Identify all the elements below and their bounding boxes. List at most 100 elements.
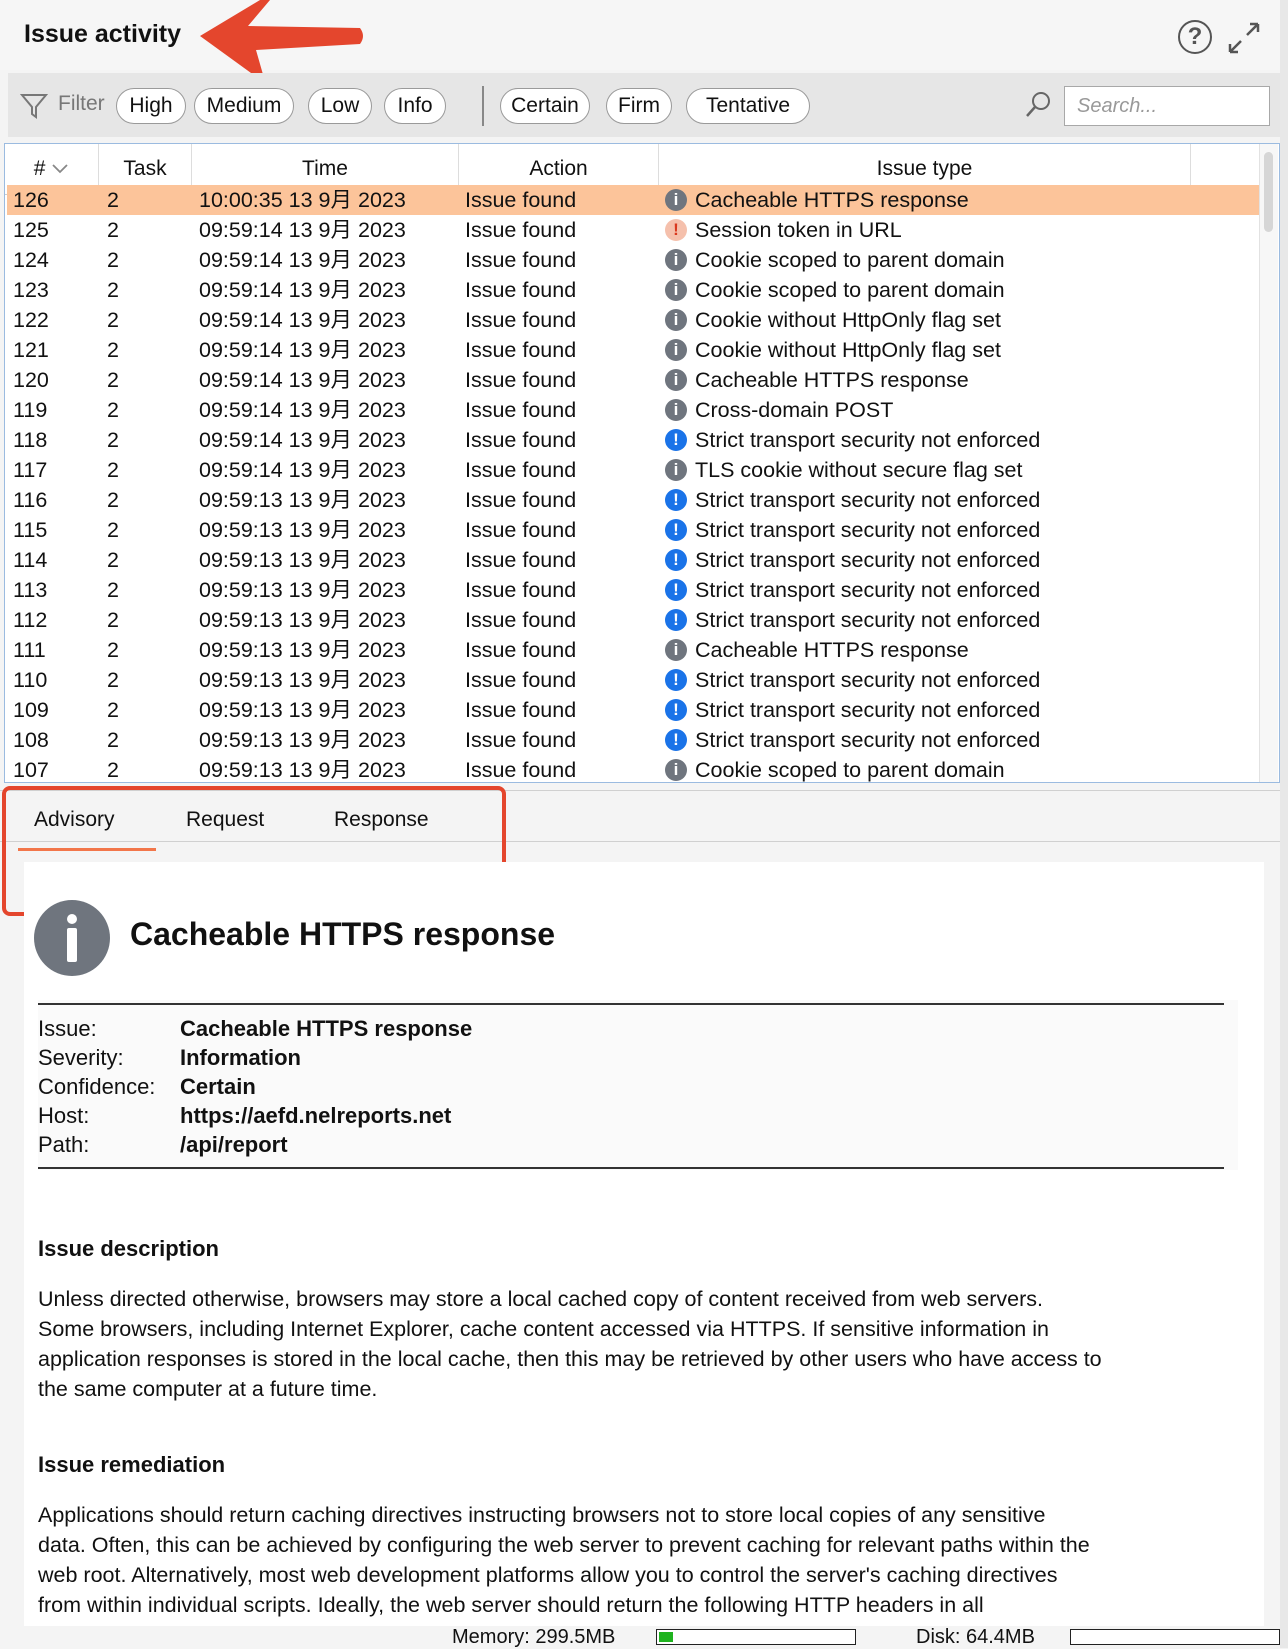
severity-chip-high[interactable]: High [116, 88, 186, 124]
row-time: 09:59:14 13 9月 2023 [199, 218, 406, 242]
scrollbar-thumb[interactable] [1264, 152, 1273, 232]
field-value: Information [180, 1045, 301, 1070]
info-icon: i [665, 369, 687, 391]
low-severity-icon: ! [665, 489, 687, 511]
low-severity-icon: ! [665, 429, 687, 451]
table-row[interactable]: 122 2 09:59:14 13 9月 2023 Issue found i Cooki… [7, 305, 1261, 335]
info-icon: i [665, 639, 687, 661]
disk-bar [1070, 1629, 1280, 1645]
row-issue-type: Session token in URL [695, 218, 902, 242]
table-row[interactable]: 121 2 09:59:14 13 9月 2023 Issue found i Cooki… [7, 335, 1261, 365]
table-scrollbar[interactable] [1259, 144, 1278, 782]
table-row[interactable]: 123 2 09:59:14 13 9月 2023 Issue found i Cooki… [7, 275, 1261, 305]
row-number: 123 [13, 278, 49, 302]
row-action: Issue found [465, 368, 577, 392]
low-severity-icon: ! [665, 669, 687, 691]
paragraph-line: web root. Alternatively, most web develo… [38, 1563, 1058, 1587]
divider [38, 1003, 1224, 1005]
row-issue-type: Strict transport security not enforced [695, 578, 1041, 602]
help-icon[interactable]: ? [1178, 20, 1212, 54]
table-row[interactable]: 114 2 09:59:13 13 9月 2023 Issue found! Stric… [7, 545, 1261, 575]
table-row[interactable]: 124 2 09:59:14 13 9月 2023 Issue found i Cooki… [7, 245, 1261, 275]
table-row[interactable]: 109 2 09:59:13 13 9月 2023 Issue found! Stric… [7, 695, 1261, 725]
paragraph-line: data. Often, this can be achieved by con… [38, 1533, 1090, 1557]
row-number: 114 [13, 548, 48, 572]
row-number: 107 [13, 758, 49, 782]
table-row[interactable]: 125 2 09:59:14 13 9月 2023 Issue found! Sessi… [7, 215, 1261, 245]
table-row[interactable]: 107 2 09:59:13 13 9月 2023 Issue found i Cooki… [7, 755, 1261, 782]
row-number: 113 [13, 578, 48, 602]
row-time: 09:59:14 13 9月 2023 [199, 368, 406, 392]
info-icon: i [665, 249, 687, 271]
row-action: Issue found [465, 518, 577, 542]
row-number: 126 [13, 188, 49, 212]
row-action: Issue found [465, 698, 577, 722]
table-row[interactable]: 120 2 09:59:14 13 9月 2023 Issue found i Cache… [7, 365, 1261, 395]
table-row[interactable]: 119 2 09:59:14 13 9月 2023 Issue found i Cross… [7, 395, 1261, 425]
confidence-chip-certain[interactable]: Certain [500, 88, 590, 124]
row-number: 109 [13, 698, 49, 722]
confidence-chip-tentative[interactable]: Tentative [686, 88, 810, 124]
field-value: /api/report [180, 1132, 288, 1157]
field-label: Severity: [38, 1045, 124, 1070]
row-time: 10:00:35 13 9月 2023 [199, 188, 406, 212]
paragraph-line: the same computer at a future time. [38, 1377, 378, 1401]
row-issue-type: Cookie scoped to parent domain [695, 758, 1005, 782]
table-row[interactable]: 118 2 09:59:14 13 9月 2023 Issue found! Stric… [7, 425, 1261, 455]
table-row[interactable]: 113 2 09:59:13 13 9月 2023 Issue found! Stric… [7, 575, 1261, 605]
severity-chip-low[interactable]: Low [308, 88, 372, 124]
info-icon: i [665, 309, 687, 331]
row-action: Issue found [465, 218, 577, 242]
low-severity-icon: ! [665, 549, 687, 571]
severity-chip-info[interactable]: Info [384, 88, 446, 124]
row-action: Issue found [465, 488, 577, 512]
row-action: Issue found [465, 458, 577, 482]
field-label: Issue: [38, 1016, 97, 1041]
row-task: 2 [107, 428, 119, 452]
row-number: 119 [13, 398, 48, 422]
search-input[interactable]: Search... [1064, 86, 1270, 126]
row-action: Issue found [465, 548, 577, 572]
row-action: Issue found [465, 638, 577, 662]
field-value: Certain [180, 1074, 256, 1099]
row-action: Issue found [465, 668, 577, 692]
row-time: 09:59:13 13 9月 2023 [199, 518, 406, 542]
row-number: 125 [13, 218, 49, 242]
row-issue-type: TLS cookie without secure flag set [695, 458, 1023, 482]
table-row[interactable]: 115 2 09:59:13 13 9月 2023 Issue found! Stric… [7, 515, 1261, 545]
paragraph-line: Unless directed otherwise, browsers may … [38, 1287, 1043, 1311]
table-row[interactable]: 111 2 09:59:13 13 9月 2023 Issue found i Cache… [7, 635, 1261, 665]
row-issue-type: Strict transport security not enforced [695, 518, 1041, 542]
sort-chevron-icon [52, 164, 68, 174]
search-icon[interactable] [1024, 90, 1054, 120]
row-action: Issue found [465, 758, 577, 782]
table-row[interactable]: 110 2 09:59:13 13 9月 2023 Issue found! Stric… [7, 665, 1261, 695]
paragraph-line: application responses is stored in the l… [38, 1347, 1102, 1371]
row-issue-type: Cross-domain POST [695, 398, 894, 422]
memory-bar-fill [659, 1632, 673, 1642]
row-number: 120 [13, 368, 49, 392]
row-number: 112 [13, 608, 48, 632]
table-row[interactable]: 108 2 09:59:13 13 9月 2023 Issue found! Stric… [7, 725, 1261, 755]
table-row[interactable]: 126 2 10:00:35 13 9月 2023 Issue found i Cache… [7, 185, 1261, 215]
row-action: Issue found [465, 308, 577, 332]
memory-label: Memory: 299.5MB [452, 1626, 616, 1648]
table-row[interactable]: 116 2 09:59:13 13 9月 2023 Issue found! Stric… [7, 485, 1261, 515]
row-issue-type: Strict transport security not enforced [695, 608, 1041, 632]
severity-chip-medium[interactable]: Medium [194, 88, 294, 124]
filter-icon[interactable] [20, 92, 48, 120]
table-row[interactable]: 112 2 09:59:13 13 9月 2023 Issue found! Stric… [7, 605, 1261, 635]
expand-icon[interactable] [1226, 20, 1262, 56]
low-severity-icon: ! [665, 729, 687, 751]
table-row[interactable]: 117 2 09:59:14 13 9月 2023 Issue found i TLS c… [7, 455, 1261, 485]
memory-bar [656, 1629, 856, 1645]
row-time: 09:59:13 13 9月 2023 [199, 548, 406, 572]
filter-separator [482, 86, 484, 126]
row-issue-type: Strict transport security not enforced [695, 548, 1041, 572]
row-task: 2 [107, 368, 119, 392]
confidence-chip-firm[interactable]: Firm [606, 88, 672, 124]
row-number: 111 [13, 638, 46, 662]
row-time: 09:59:13 13 9月 2023 [199, 488, 406, 512]
row-time: 09:59:14 13 9月 2023 [199, 248, 406, 272]
info-icon: i [665, 189, 687, 211]
